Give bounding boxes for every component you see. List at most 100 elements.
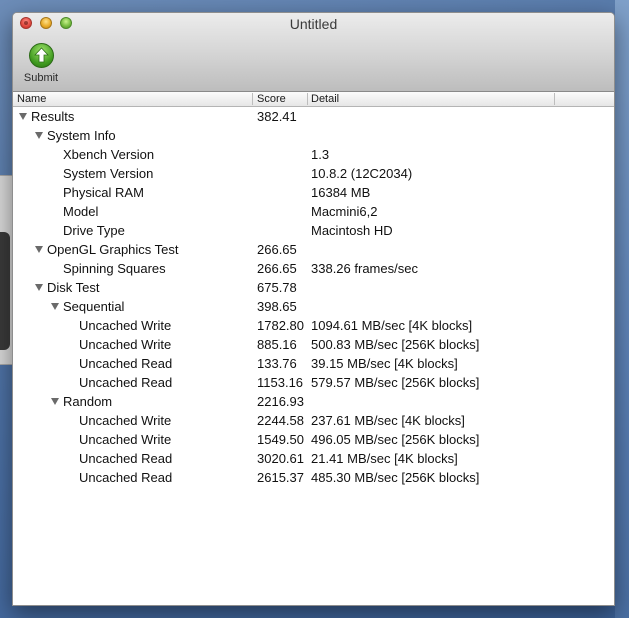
outline-row[interactable]: Uncached Read 3020.61 21.41 MB/sec [4K blo… xyxy=(13,449,614,468)
row-detail: 16384 MB xyxy=(311,185,371,200)
row-score xyxy=(257,164,307,183)
outline-row[interactable]: Physical RAM 16384 MB xyxy=(13,183,614,202)
row-score: 398.65 xyxy=(257,299,297,314)
row-score: 382.41 xyxy=(257,109,297,124)
column-header-score[interactable]: Score xyxy=(257,92,286,106)
disclosure-triangle-icon[interactable] xyxy=(35,132,43,139)
row-score: 1153.16 xyxy=(257,375,304,390)
outline-row[interactable]: Drive Type Macintosh HD xyxy=(13,221,614,240)
outline-row[interactable]: Random 2216.93 xyxy=(13,392,614,411)
row-name: Uncached Read xyxy=(79,470,173,485)
outline-row[interactable]: Uncached Write 1782.80 1094.61 MB/sec [4K … xyxy=(13,316,614,335)
submit-label: Submit xyxy=(23,72,59,84)
outline-row[interactable]: System Info xyxy=(13,126,614,145)
disclosure-triangle-icon[interactable] xyxy=(51,303,59,310)
row-name: Uncached Write xyxy=(79,337,172,352)
row-name: Sequential xyxy=(63,299,125,314)
window-title: Untitled xyxy=(289,16,338,32)
row-name: Disk Test xyxy=(47,280,100,295)
row-name: System Info xyxy=(47,128,116,143)
background-app-control xyxy=(0,232,10,350)
row-name: Uncached Read xyxy=(79,356,173,371)
outline-row[interactable]: Uncached Read 2615.37 485.30 MB/sec [256K … xyxy=(13,468,614,487)
disclosure-triangle-icon[interactable] xyxy=(35,284,43,291)
row-score: 266.65 xyxy=(257,242,297,257)
row-name: Uncached Read xyxy=(79,375,173,390)
row-detail: Macmini6,2 xyxy=(311,204,378,219)
row-score xyxy=(257,221,307,240)
outline-row[interactable]: Uncached Write 2244.58 237.61 MB/sec [4K b… xyxy=(13,411,614,430)
row-score: 675.78 xyxy=(257,280,297,295)
row-score xyxy=(257,202,307,221)
outline-row[interactable]: Xbench Version 1.3 xyxy=(13,145,614,164)
row-name: Xbench Version xyxy=(63,147,155,162)
row-detail: 1094.61 MB/sec [4K blocks] xyxy=(311,318,473,333)
outline-row[interactable]: System Version 10.8.2 (12C2034) xyxy=(13,164,614,183)
row-name: Uncached Read xyxy=(79,451,173,466)
row-score: 266.65 xyxy=(257,261,297,276)
outline-row[interactable]: Uncached Read 133.76 39.15 MB/sec [4K bloc… xyxy=(13,354,614,373)
row-detail: 39.15 MB/sec [4K blocks] xyxy=(311,356,458,371)
row-name: Random xyxy=(63,394,113,409)
row-name: Model xyxy=(63,204,99,219)
row-score: 1782.80 xyxy=(257,318,304,333)
row-detail xyxy=(311,297,601,316)
outline-row[interactable]: Sequential 398.65 xyxy=(13,297,614,316)
upload-arrow-icon xyxy=(29,43,54,68)
row-score xyxy=(257,126,307,145)
disclosure-triangle-icon[interactable] xyxy=(51,398,59,405)
column-header-detail[interactable]: Detail xyxy=(311,92,339,106)
row-name: Uncached Write xyxy=(79,432,172,447)
row-score: 2615.37 xyxy=(257,470,304,485)
row-detail: 500.83 MB/sec [256K blocks] xyxy=(311,337,480,352)
title-bar: Untitled Submit xyxy=(13,13,614,92)
row-score xyxy=(257,183,307,202)
disclosure-triangle-icon[interactable] xyxy=(35,246,43,253)
results-window: Untitled Submit Name Score Detail Result… xyxy=(12,12,615,606)
outline-row[interactable]: Spinning Squares 266.65 338.26 frames/sec xyxy=(13,259,614,278)
column-divider[interactable] xyxy=(554,93,555,105)
row-detail: 485.30 MB/sec [256K blocks] xyxy=(311,470,480,485)
row-name: Drive Type xyxy=(63,223,125,238)
row-detail: 579.57 MB/sec [256K blocks] xyxy=(311,375,480,390)
row-name: Uncached Write xyxy=(79,318,172,333)
row-score: 1549.50 xyxy=(257,432,304,447)
row-score: 133.76 xyxy=(257,356,297,371)
row-detail: 496.05 MB/sec [256K blocks] xyxy=(311,432,480,447)
outline-row[interactable]: Results 382.41 xyxy=(13,107,614,126)
row-score: 2244.58 xyxy=(257,413,304,428)
row-detail: 21.41 MB/sec [4K blocks] xyxy=(311,451,458,466)
row-detail: 338.26 frames/sec xyxy=(311,261,418,276)
row-detail: Macintosh HD xyxy=(311,223,393,238)
row-name: System Version xyxy=(63,166,154,181)
row-score: 2216.93 xyxy=(257,394,304,409)
outline-row[interactable]: Uncached Write 885.16 500.83 MB/sec [256K … xyxy=(13,335,614,354)
row-name: Results xyxy=(31,109,75,124)
row-score: 885.16 xyxy=(257,337,297,352)
row-detail xyxy=(311,278,601,297)
row-name: OpenGL Graphics Test xyxy=(47,242,179,257)
column-divider[interactable] xyxy=(307,93,308,105)
row-detail xyxy=(311,126,601,145)
outline-row[interactable]: Uncached Write 1549.50 496.05 MB/sec [256K… xyxy=(13,430,614,449)
outline-row[interactable]: Model Macmini6,2 xyxy=(13,202,614,221)
column-header-name[interactable]: Name xyxy=(17,92,46,106)
row-detail: 10.8.2 (12C2034) xyxy=(311,166,413,181)
row-name: Spinning Squares xyxy=(63,261,166,276)
row-detail: 1.3 xyxy=(311,147,330,162)
column-header: Name Score Detail xyxy=(13,92,614,107)
row-name: Physical RAM xyxy=(63,185,144,200)
outline-row[interactable]: Uncached Read 1153.16 579.57 MB/sec [256K … xyxy=(13,373,614,392)
submit-button[interactable]: Submit xyxy=(21,43,61,87)
row-detail: 237.61 MB/sec [4K blocks] xyxy=(311,413,465,428)
row-score xyxy=(257,145,307,164)
row-detail xyxy=(311,240,601,259)
desktop-background xyxy=(615,0,629,618)
row-detail xyxy=(311,107,601,126)
outline-row[interactable]: Disk Test 675.78 xyxy=(13,278,614,297)
outline-row[interactable]: OpenGL Graphics Test 266.65 xyxy=(13,240,614,259)
row-detail xyxy=(311,392,601,411)
row-name: Uncached Write xyxy=(79,413,172,428)
disclosure-triangle-icon[interactable] xyxy=(19,113,27,120)
column-divider[interactable] xyxy=(252,93,253,105)
